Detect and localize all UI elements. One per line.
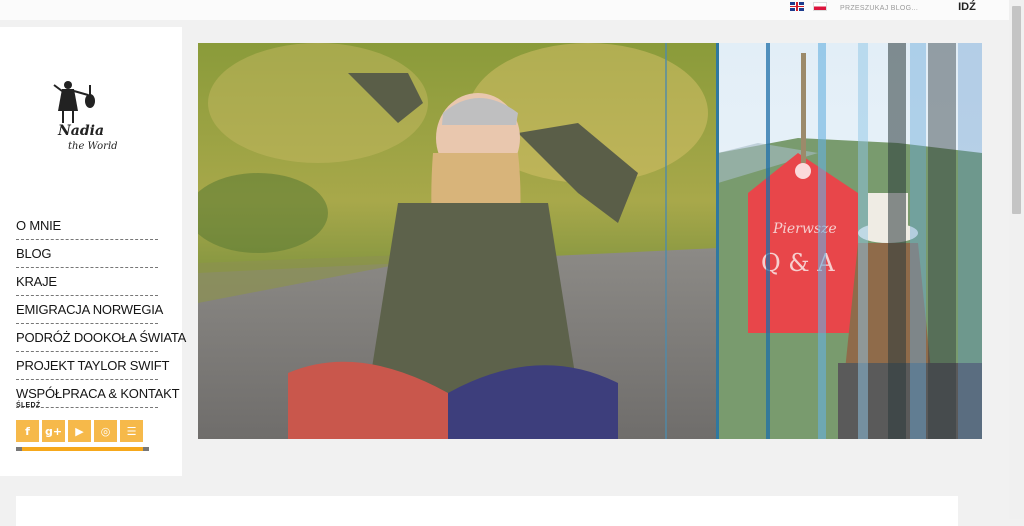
instagram-icon[interactable]: ◎	[94, 420, 117, 442]
youtube-icon[interactable]: ▶	[68, 420, 91, 442]
sidebar: Nadia the World O MNIE BLOG KRAJE EMIGRA…	[0, 27, 186, 476]
menu-item-projekt-taylor-swift[interactable]: PROJEKT TAYLOR SWIFT	[16, 352, 169, 380]
page-scrollbar[interactable]	[1009, 0, 1024, 519]
menu-item-podroz-dookola-swiata[interactable]: PODRÓŻ DOOKOŁA ŚWIATA	[16, 324, 186, 352]
search-go-button[interactable]: IDŹ	[956, 0, 978, 14]
menu-item-emigracja-norwegia[interactable]: EMIGRACJA NORWEGIA	[16, 296, 163, 324]
logo-text: Nadia	[57, 123, 104, 139]
top-bar: IDŹ	[0, 0, 1009, 20]
content-panel	[16, 496, 958, 526]
nadia-the-world-logo[interactable]: Nadia the World	[48, 77, 128, 157]
scrollbar-thumb[interactable]	[1012, 6, 1021, 214]
tag-text-1: Pierwsze	[772, 221, 837, 237]
social-icons: f g+ ▶ ◎ ☰	[16, 420, 143, 442]
menu-item-blog[interactable]: BLOG	[16, 240, 158, 268]
search-input[interactable]	[836, 0, 954, 16]
hero-photo: Pierwsze Q & A	[198, 43, 982, 439]
polish-flag-icon[interactable]	[813, 2, 827, 11]
menu-item-kraje[interactable]: KRAJE	[16, 268, 158, 296]
follow-label: ŚLEDŹ	[16, 402, 41, 409]
google-plus-icon[interactable]: g+	[42, 420, 65, 442]
rss-icon[interactable]: ☰	[120, 420, 143, 442]
logo-subtext: the World	[68, 141, 118, 152]
main-menu: O MNIE BLOG KRAJE EMIGRACJA NORWEGIA POD…	[16, 212, 186, 408]
social-underline-bar	[16, 447, 149, 451]
menu-item-o-mnie[interactable]: O MNIE	[16, 212, 158, 240]
hero-slider[interactable]: Pierwsze Q & A	[198, 43, 982, 439]
english-flag-icon[interactable]	[790, 2, 804, 11]
facebook-icon[interactable]: f	[16, 420, 39, 442]
